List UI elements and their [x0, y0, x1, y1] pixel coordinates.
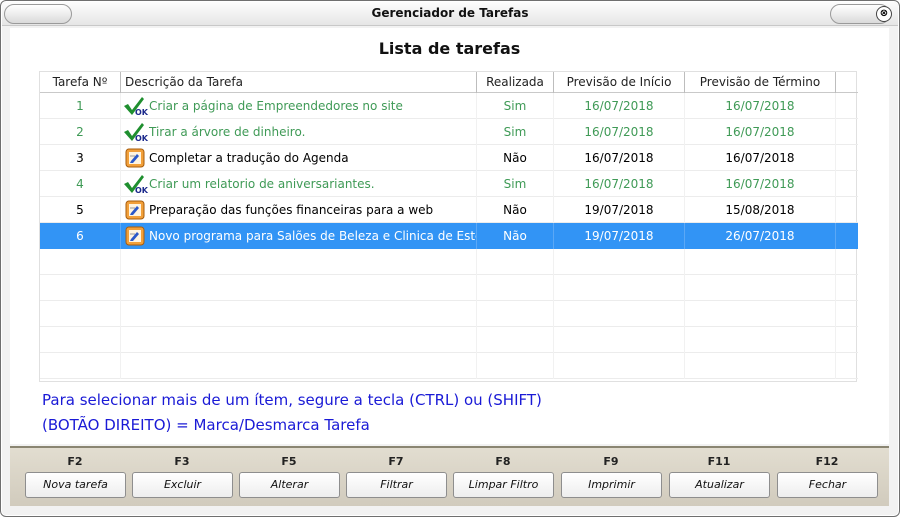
fn-button-f12[interactable]: Fechar — [777, 472, 878, 498]
function-key-label: F2 — [67, 455, 83, 468]
column-header-start[interactable]: Previsão de Início — [554, 72, 685, 93]
empty-row — [40, 275, 858, 301]
task-done: Sim — [503, 125, 527, 139]
task-number: 3 — [76, 151, 84, 165]
task-description-text: Preparação das funções financeiras para … — [149, 203, 434, 217]
task-done: Não — [503, 229, 527, 243]
toggle-hint: (BOTÃO DIREITO) = Marca/Desmarca Tarefa — [42, 416, 370, 434]
task-description: Preparação das funções financeiras para … — [121, 197, 476, 223]
function-key-bar: F2 Nova tarefa F3 Excluir F5 Alterar F7 Filtrar… — [10, 446, 889, 506]
table-row[interactable]: 5 Preparação das funções financeiras para… — [40, 197, 858, 223]
fn-button-f7[interactable]: Filtrar — [346, 472, 447, 498]
svg-text:OK: OK — [135, 134, 149, 142]
grid-header: Tarefa Nº Descrição da Tarefa Realizada … — [40, 72, 858, 93]
empty-row — [40, 327, 858, 353]
function-key-label: F12 — [815, 455, 839, 468]
fn-button-f2[interactable]: Nova tarefa — [25, 472, 126, 498]
task-description: OK Criar um relatorio de aniversariantes. — [121, 171, 476, 197]
task-description: Completar a tradução do Agenda — [121, 145, 476, 171]
task-manager-window: Gerenciador de Tarefas ⊗ Lista de tarefa… — [0, 0, 900, 517]
table-row[interactable]: 1 OK Criar a página de Empreendedores no s… — [40, 93, 858, 119]
table-row[interactable]: 2 OK Tirar a árvore de dinheiro. Sim 16/07/2… — [40, 119, 858, 145]
task-description-text: Criar um relatorio de aniversariantes. — [149, 177, 375, 191]
task-description: OK Criar a página de Empreendedores no si… — [121, 93, 476, 119]
main-panel: Lista de tarefas Tarefa Nº Descrição da … — [10, 28, 889, 444]
function-key-label: F11 — [707, 455, 731, 468]
task-number: 6 — [76, 229, 84, 243]
task-end-date: 26/07/2018 — [725, 229, 795, 243]
function-key-label: F7 — [388, 455, 404, 468]
ok-check-icon: OK — [124, 122, 149, 142]
task-end-date: 16/07/2018 — [725, 99, 795, 113]
task-start-date: 16/07/2018 — [584, 151, 654, 165]
ok-check-icon: OK — [124, 174, 149, 194]
function-key-label: F3 — [174, 455, 190, 468]
task-description-text: Novo programa para Salões de Beleza e Cl… — [149, 229, 476, 243]
task-start-date: 16/07/2018 — [584, 177, 654, 191]
selection-hint: Para selecionar mais de um ítem, segure … — [42, 391, 542, 409]
task-done: Sim — [503, 99, 527, 113]
task-number: 5 — [76, 203, 84, 217]
task-description: Novo programa para Salões de Beleza e Cl… — [121, 223, 476, 249]
fn-button-f5[interactable]: Alterar — [239, 472, 340, 498]
task-description-text: Criar a página de Empreendedores no site — [149, 99, 403, 113]
ok-check-icon: OK — [124, 96, 149, 116]
edit-note-icon — [125, 148, 145, 167]
table-row[interactable]: 6 Novo programa para Salões de Beleza e C… — [40, 223, 858, 249]
list-title: Lista de tarefas — [378, 39, 521, 58]
task-start-date: 19/07/2018 — [584, 229, 654, 243]
task-number: 4 — [76, 177, 84, 191]
empty-row — [40, 353, 858, 379]
task-done: Não — [503, 203, 527, 217]
task-number: 1 — [76, 99, 84, 113]
task-number: 2 — [76, 125, 84, 139]
function-key-label: F9 — [603, 455, 619, 468]
column-header-number[interactable]: Tarefa Nº — [40, 72, 121, 93]
fn-button-f9[interactable]: Imprimir — [561, 472, 662, 498]
column-header-done[interactable]: Realizada — [477, 72, 554, 93]
close-icon[interactable]: ⊗ — [876, 6, 892, 22]
table-row[interactable]: 4 OK Criar um relatorio de aniversariantes… — [40, 171, 858, 197]
task-start-date: 19/07/2018 — [584, 203, 654, 217]
task-done: Sim — [503, 177, 527, 191]
column-header-end[interactable]: Previsão de Término — [685, 72, 836, 93]
task-start-date: 16/07/2018 — [584, 125, 654, 139]
task-grid[interactable]: Tarefa Nº Descrição da Tarefa Realizada … — [39, 71, 858, 382]
function-key-label: F5 — [281, 455, 297, 468]
task-end-date: 16/07/2018 — [725, 151, 795, 165]
function-key-label: F8 — [495, 455, 511, 468]
task-end-date: 15/08/2018 — [725, 203, 795, 217]
svg-text:OK: OK — [135, 108, 149, 116]
task-description: OK Tirar a árvore de dinheiro. — [121, 119, 476, 145]
svg-text:OK: OK — [135, 186, 149, 194]
table-row[interactable]: 3 Completar a tradução do Agenda Não 16/07/… — [40, 145, 858, 171]
empty-row — [40, 301, 858, 327]
task-start-date: 16/07/2018 — [584, 99, 654, 113]
fn-button-f3[interactable]: Excluir — [132, 472, 233, 498]
edit-note-icon — [125, 200, 145, 219]
edit-note-icon — [125, 226, 145, 245]
title-bar: Gerenciador de Tarefas ⊗ — [2, 2, 898, 26]
task-description-text: Completar a tradução do Agenda — [149, 151, 349, 165]
task-end-date: 16/07/2018 — [725, 177, 795, 191]
task-done: Não — [503, 151, 527, 165]
task-end-date: 16/07/2018 — [725, 125, 795, 139]
window-title: Gerenciador de Tarefas — [371, 6, 529, 20]
fn-button-f11[interactable]: Atualizar — [669, 472, 770, 498]
empty-row — [40, 249, 858, 275]
task-description-text: Tirar a árvore de dinheiro. — [149, 125, 306, 139]
fn-button-f8[interactable]: Limpar Filtro — [453, 472, 554, 498]
column-header-description[interactable]: Descrição da Tarefa — [121, 72, 477, 93]
